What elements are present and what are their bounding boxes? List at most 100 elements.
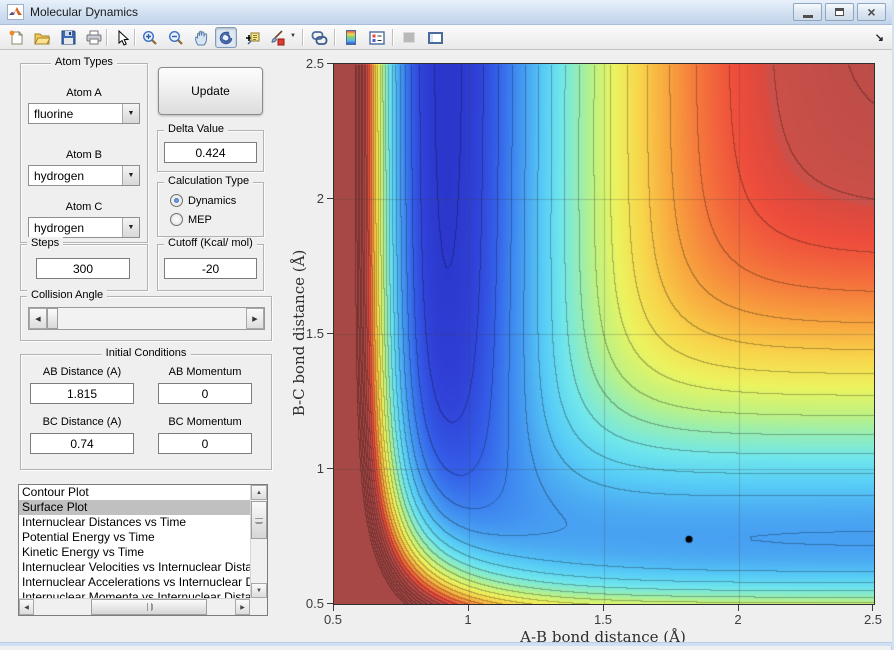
x-tick bbox=[468, 605, 469, 611]
save-figure-icon[interactable] bbox=[57, 27, 79, 48]
title-bar: Molecular Dynamics × bbox=[0, 0, 892, 25]
delta-value-field[interactable] bbox=[164, 142, 257, 163]
list-item[interactable]: Internuclear Momenta vs Internuclear Dis… bbox=[19, 590, 250, 598]
atom-c-label: Atom C bbox=[65, 201, 103, 213]
vertical-scrollbar[interactable]: ▲ ▼ bbox=[250, 485, 267, 598]
list-item-selected[interactable]: Surface Plot bbox=[19, 500, 250, 515]
bc-momentum-field[interactable] bbox=[158, 433, 252, 454]
insert-colorbar-icon[interactable] bbox=[340, 27, 362, 48]
steps-title: Steps bbox=[27, 237, 64, 249]
scroll-down-icon[interactable]: ▼ bbox=[251, 583, 267, 598]
brush-icon[interactable] bbox=[266, 27, 288, 48]
ab-momentum-label: AB Momentum bbox=[168, 366, 242, 378]
matlab-logo-icon bbox=[7, 4, 24, 20]
window-title: Molecular Dynamics bbox=[30, 5, 139, 19]
list-item[interactable]: Internuclear Accelerations vs Internucle… bbox=[19, 575, 250, 590]
show-plot-tools-icon[interactable] bbox=[424, 27, 446, 48]
calculation-type-title: Calculation Type bbox=[164, 175, 254, 187]
list-item[interactable]: Potential Energy vs Time bbox=[19, 530, 250, 545]
minimize-button[interactable] bbox=[793, 3, 822, 21]
hide-plot-tools-icon bbox=[398, 27, 420, 48]
x-tick bbox=[333, 605, 334, 611]
y-tick-label: 2 bbox=[316, 191, 324, 206]
dock-figure-icon[interactable]: ↘ bbox=[875, 31, 884, 44]
calculation-type-panel: Calculation Type bbox=[157, 175, 264, 237]
collision-angle-title: Collision Angle bbox=[27, 289, 108, 301]
scroll-right-icon[interactable]: ▶ bbox=[235, 599, 250, 615]
ab-distance-field[interactable] bbox=[30, 383, 134, 404]
ab-distance-label: AB Distance (A) bbox=[42, 366, 122, 378]
print-figure-icon[interactable] bbox=[83, 27, 105, 48]
scroll-left-icon[interactable]: ◀ bbox=[19, 599, 34, 615]
collision-angle-slider[interactable]: ◀ ▶ bbox=[28, 307, 265, 330]
x-tick-label: 1.5 bbox=[593, 612, 613, 627]
x-tick-label: 0.5 bbox=[323, 612, 343, 627]
cutoff-title: Cutoff (Kcal/ mol) bbox=[164, 237, 257, 249]
atom-c-dropdown[interactable]: hydrogen ▼ bbox=[28, 217, 140, 238]
open-file-icon[interactable] bbox=[31, 27, 53, 48]
list-item[interactable]: Internuclear Distances vs Time bbox=[19, 515, 250, 530]
rotate-3d-icon[interactable] bbox=[215, 27, 237, 48]
y-axis-label: B-C bond distance (Å) bbox=[290, 249, 308, 417]
data-cursor-icon[interactable] bbox=[241, 27, 263, 48]
scroll-up-icon[interactable]: ▲ bbox=[251, 485, 267, 500]
mep-radio[interactable]: MEP bbox=[170, 213, 212, 226]
delta-value-title: Delta Value bbox=[164, 123, 229, 135]
scrollbar-corner bbox=[250, 598, 267, 615]
x-tick bbox=[872, 605, 873, 611]
y-tick-label: 2.5 bbox=[305, 56, 324, 71]
pointer-icon[interactable] bbox=[111, 27, 133, 48]
zoom-in-icon[interactable] bbox=[139, 27, 161, 48]
y-tick bbox=[327, 468, 333, 469]
horizontal-scrollbar[interactable]: ◀ ▶ bbox=[19, 598, 250, 615]
radio-icon[interactable] bbox=[170, 213, 183, 226]
x-tick bbox=[603, 605, 604, 611]
dynamics-radio[interactable]: Dynamics bbox=[170, 194, 236, 207]
brush-dropdown-icon[interactable]: ▼ bbox=[290, 33, 296, 39]
list-item[interactable]: Internuclear Velocities vs Internuclear … bbox=[19, 560, 250, 575]
contour-plot-canvas[interactable] bbox=[333, 63, 875, 605]
cutoff-field[interactable] bbox=[164, 258, 257, 279]
link-plot-icon[interactable] bbox=[308, 27, 330, 48]
bc-distance-field[interactable] bbox=[30, 433, 134, 454]
y-tick-label: 0.5 bbox=[305, 596, 324, 611]
steps-field[interactable] bbox=[36, 258, 130, 279]
restore-button[interactable] bbox=[825, 3, 854, 21]
y-tick bbox=[327, 198, 333, 199]
list-item[interactable]: Contour Plot bbox=[19, 485, 250, 500]
close-button[interactable]: × bbox=[857, 3, 886, 21]
figure-toolbar: ▼ ↘ bbox=[0, 25, 892, 50]
new-figure-icon[interactable] bbox=[5, 27, 27, 48]
radio-icon[interactable] bbox=[170, 194, 183, 207]
atom-a-label: Atom A bbox=[66, 87, 102, 99]
y-tick bbox=[327, 63, 333, 64]
vertical-scroll-thumb[interactable] bbox=[251, 501, 267, 539]
plot-type-listbox[interactable]: Contour Plot Surface Plot Internuclear D… bbox=[18, 484, 268, 616]
chevron-down-icon[interactable]: ▼ bbox=[122, 218, 139, 237]
insert-legend-icon[interactable] bbox=[366, 27, 388, 48]
update-button[interactable]: Update bbox=[158, 67, 263, 115]
atom-types-title: Atom Types bbox=[51, 56, 117, 68]
y-tick bbox=[327, 603, 333, 604]
atom-b-dropdown[interactable]: hydrogen ▼ bbox=[28, 165, 140, 186]
bc-momentum-label: BC Momentum bbox=[168, 416, 242, 428]
bc-distance-label: BC Distance (A) bbox=[42, 416, 122, 428]
figure-content: Atom Types Atom A fluorine ▼ Atom B hydr… bbox=[0, 50, 892, 646]
slider-thumb[interactable] bbox=[47, 308, 58, 329]
y-tick-label: 1 bbox=[316, 461, 324, 476]
atom-b-label: Atom B bbox=[65, 149, 103, 161]
y-tick bbox=[327, 333, 333, 334]
chevron-down-icon[interactable]: ▼ bbox=[122, 104, 139, 123]
slider-right-arrow-icon[interactable]: ▶ bbox=[246, 308, 264, 329]
plot-type-list: Contour Plot Surface Plot Internuclear D… bbox=[19, 485, 250, 598]
app-window: Molecular Dynamics × ▼ ↘ Atom Types Atom… bbox=[0, 0, 894, 650]
list-item[interactable]: Kinetic Energy vs Time bbox=[19, 545, 250, 560]
slider-left-arrow-icon[interactable]: ◀ bbox=[29, 308, 47, 329]
atom-a-dropdown[interactable]: fluorine ▼ bbox=[28, 103, 140, 124]
x-tick bbox=[738, 605, 739, 611]
chevron-down-icon[interactable]: ▼ bbox=[122, 166, 139, 185]
ab-momentum-field[interactable] bbox=[158, 383, 252, 404]
pan-icon[interactable] bbox=[190, 27, 212, 48]
horizontal-scroll-thumb[interactable] bbox=[91, 599, 207, 615]
zoom-out-icon[interactable] bbox=[165, 27, 187, 48]
